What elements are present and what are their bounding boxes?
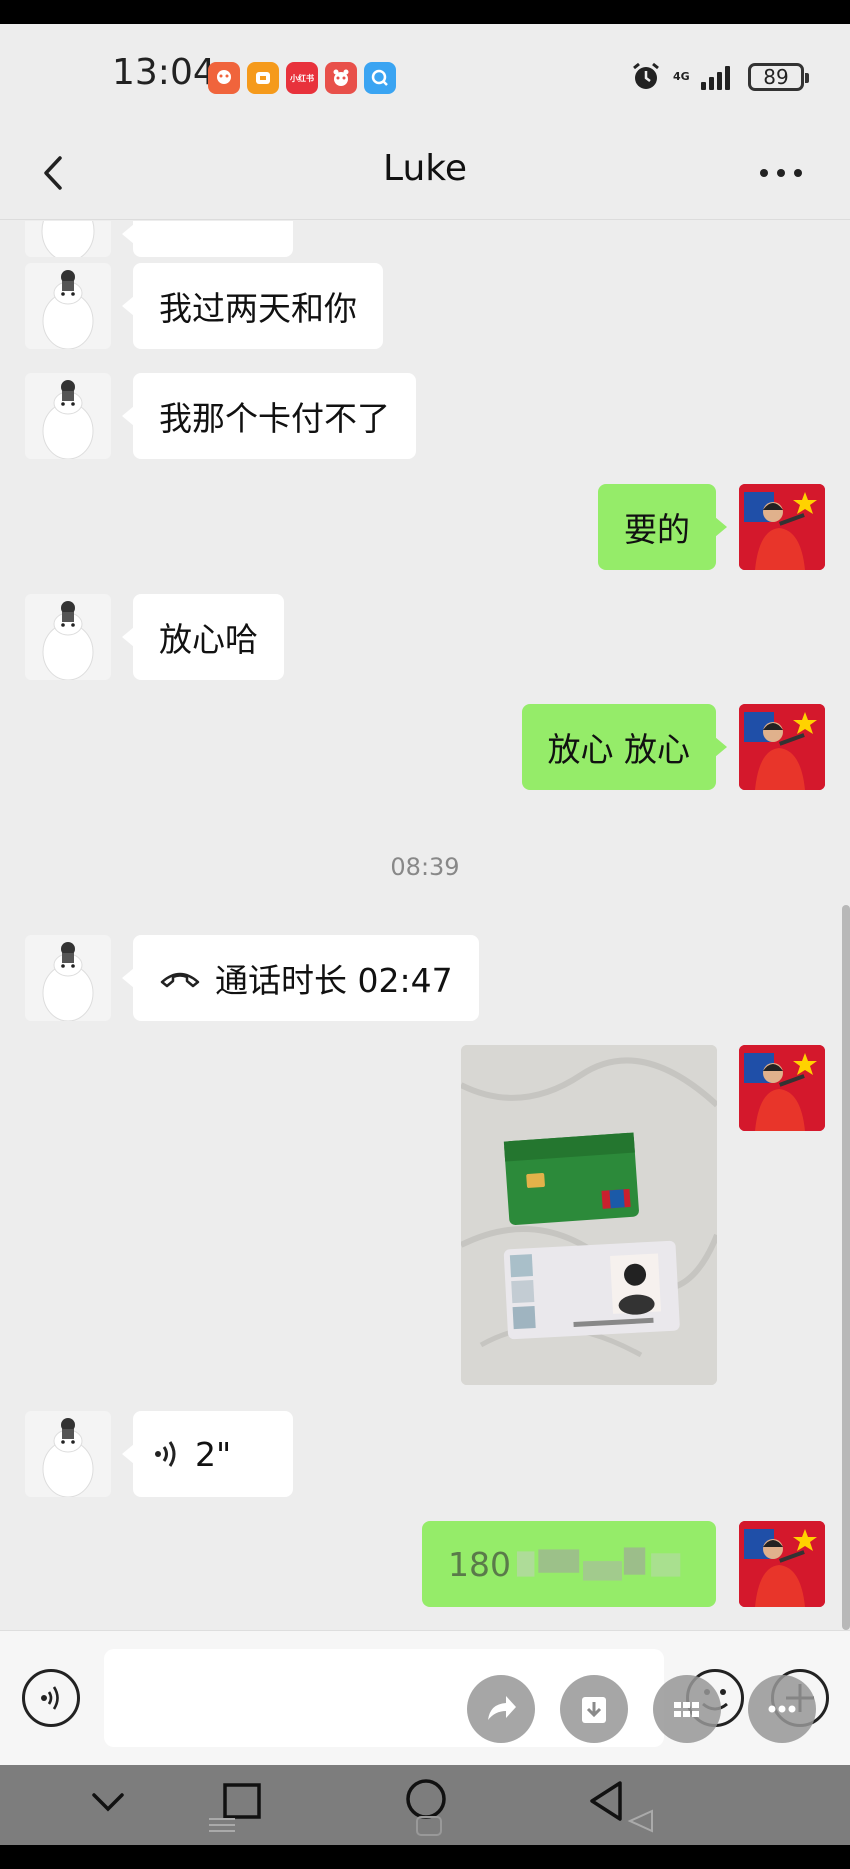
message-bubble[interactable]: 放心 放心 [521, 704, 727, 790]
message-bubble-partial[interactable] [122, 221, 293, 257]
input-bar [0, 1630, 850, 1765]
network-type: 4G [673, 71, 691, 83]
message-bubble[interactable]: 放心哈 [122, 594, 284, 680]
alarm-icon [633, 62, 659, 89]
voice-message-bubble[interactable]: 2" [122, 1411, 293, 1497]
battery-icon: 89 [748, 63, 809, 91]
download-icon [582, 1697, 606, 1723]
status-bar: 13:04 小红书 4G 89 [0, 24, 850, 128]
xiaohongshu-icon-label: 小红书 [290, 73, 314, 83]
xiaohongshu-icon: 小红书 [286, 62, 318, 94]
contact-avatar[interactable] [25, 1411, 111, 1497]
recent-apps-icon[interactable] [205, 1781, 265, 1835]
phone-number-bubble[interactable]: 180 [422, 1521, 716, 1607]
contact-avatar[interactable] [25, 263, 111, 349]
search-app-icon [364, 62, 396, 94]
blurred-digits [516, 1547, 681, 1581]
more-actions-button[interactable] [748, 1675, 816, 1743]
contact-avatar[interactable] [25, 221, 111, 257]
photo-bank-card-and-id [461, 1045, 717, 1385]
more-options-icon[interactable] [760, 158, 810, 188]
network-label: 4G [673, 70, 690, 83]
scrollbar[interactable] [842, 905, 850, 1630]
battery-level: 89 [763, 65, 789, 89]
system-navigation-bar [0, 1765, 850, 1845]
app-icon-2 [247, 62, 279, 94]
share-arrow-icon [488, 1696, 516, 1720]
chat-title: Luke [383, 148, 467, 189]
my-avatar[interactable] [739, 484, 825, 570]
download-button[interactable] [560, 1675, 628, 1743]
message-bubble[interactable]: 要的 [598, 484, 727, 570]
call-record-bubble[interactable]: 通话时长 02:47 [122, 935, 479, 1021]
chat-header: Luke [0, 128, 850, 220]
share-button[interactable] [467, 1675, 535, 1743]
back-triangle-icon[interactable] [586, 1779, 656, 1835]
my-avatar[interactable] [739, 1521, 825, 1607]
ellipsis-icon [768, 1705, 796, 1713]
contact-avatar[interactable] [25, 935, 111, 1021]
status-time: 13:04 [112, 52, 216, 93]
home-circle-icon[interactable] [402, 1777, 452, 1837]
message-bubble[interactable]: 我那个卡付不了 [122, 373, 416, 459]
message-timestamp: 08:39 [390, 853, 460, 881]
top-edge [0, 0, 850, 24]
system-icons: 4G 89 [629, 60, 809, 94]
contact-avatar[interactable] [25, 373, 111, 459]
collapse-chevron-icon[interactable] [88, 1787, 128, 1817]
voice-wave-icon [155, 1441, 176, 1467]
grid-button[interactable] [653, 1675, 721, 1743]
message-list[interactable]: 我过两天和你 我那个卡付不了 要的 放心哈 放心 放心 08:39 通话时长 0… [0, 221, 850, 1631]
signal-icon [701, 64, 730, 90]
app-icon-4 [325, 62, 357, 94]
voice-icon [41, 1686, 59, 1710]
grid-icon [674, 1702, 699, 1717]
call-duration-text: 通话时长 02:47 [215, 961, 453, 1000]
my-avatar[interactable] [739, 1045, 825, 1131]
voice-duration-text: 2" [195, 1434, 232, 1474]
notification-icons: 小红书 [208, 62, 396, 94]
contact-avatar[interactable] [25, 594, 111, 680]
phone-hangup-icon [160, 972, 200, 988]
bottom-edge [0, 1845, 850, 1869]
app-icon-1 [208, 62, 240, 94]
voice-input-button[interactable] [22, 1669, 80, 1727]
photo-message[interactable] [461, 1045, 717, 1385]
my-avatar[interactable] [739, 704, 825, 790]
phone-number-text: 180 [448, 1544, 511, 1584]
message-bubble[interactable]: 我过两天和你 [122, 263, 383, 349]
